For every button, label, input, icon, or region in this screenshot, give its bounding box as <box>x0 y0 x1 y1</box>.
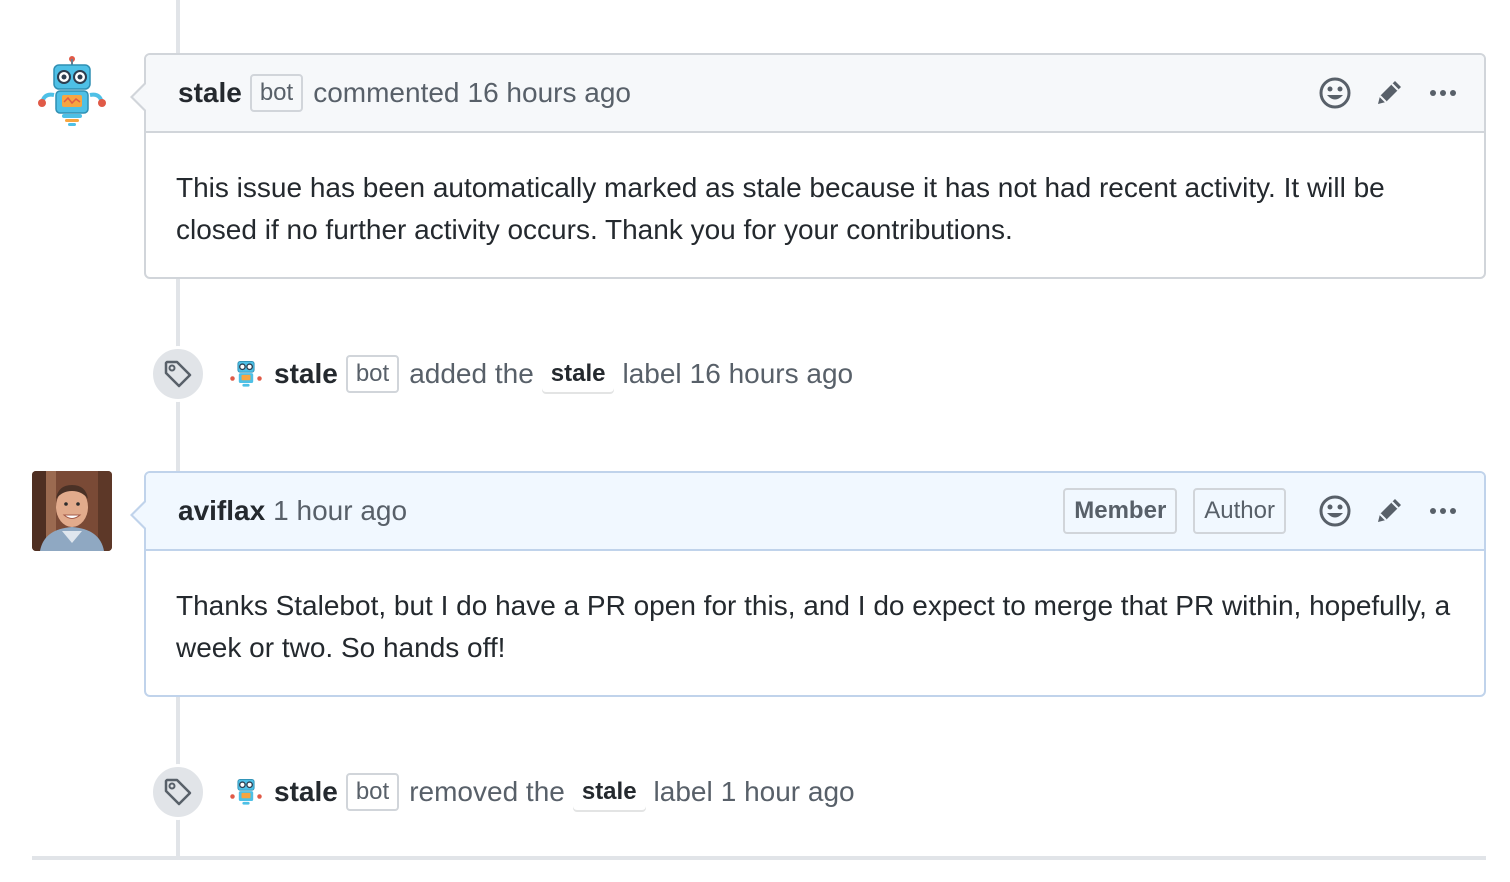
event-verb: removed the <box>409 776 565 807</box>
event-actor[interactable]: stale <box>274 776 338 808</box>
smiley-icon[interactable] <box>1318 494 1352 528</box>
comment-stale-bot: stale bot commented 16 hours ago This is… <box>130 53 1486 279</box>
comment-body: This issue has been automatically marked… <box>176 172 1385 245</box>
event-timestamp[interactable]: 1 hour ago <box>721 776 855 808</box>
comment-actions: Member Author <box>1063 473 1460 549</box>
pencil-icon[interactable] <box>1372 76 1406 110</box>
tag-icon <box>150 764 206 820</box>
author-badge: Author <box>1193 488 1286 534</box>
comment-body: Thanks Stalebot, but I do have a PR open… <box>176 590 1451 663</box>
comment-timestamp[interactable]: 1 hour ago <box>273 495 407 527</box>
comment-actions <box>1318 55 1460 131</box>
kebab-menu-icon[interactable] <box>1426 494 1460 528</box>
comment-header: stale bot commented 16 hours ago <box>130 55 1484 133</box>
issue-label[interactable]: stale <box>541 354 615 394</box>
bot-badge: bot <box>249 74 304 112</box>
bot-badge: bot <box>345 355 400 393</box>
comment-aviflax: aviflax 1 hour ago Member Author Thanks … <box>130 471 1486 697</box>
event-timestamp[interactable]: 16 hours ago <box>690 358 853 390</box>
stale-bot-avatar[interactable] <box>32 53 112 133</box>
comment-author[interactable]: aviflax <box>178 495 265 527</box>
pencil-icon[interactable] <box>1372 494 1406 528</box>
event-suffix: label <box>622 358 682 389</box>
event-suffix: label <box>653 776 713 807</box>
timeline-event-label-added: stale bot added the stale label 16 hours… <box>150 346 853 402</box>
stale-bot-avatar[interactable] <box>228 774 264 810</box>
member-badge: Member <box>1063 488 1178 534</box>
issue-label[interactable]: stale <box>572 772 646 812</box>
comment-author[interactable]: stale <box>178 77 242 109</box>
event-actor[interactable]: stale <box>274 358 338 390</box>
timeline-event-label-removed: stale bot removed the stale label 1 hour… <box>150 764 855 820</box>
smiley-icon[interactable] <box>1318 76 1352 110</box>
stale-bot-avatar[interactable] <box>228 356 264 392</box>
bot-badge: bot <box>345 773 400 811</box>
comment-timestamp[interactable]: 16 hours ago <box>468 77 631 109</box>
comment-header: aviflax 1 hour ago Member Author <box>130 473 1484 551</box>
timeline-end-divider <box>32 856 1486 860</box>
aviflax-avatar[interactable] <box>32 471 112 551</box>
kebab-menu-icon[interactable] <box>1426 76 1460 110</box>
comment-action: commented <box>313 77 460 108</box>
tag-icon <box>150 346 206 402</box>
event-verb: added the <box>409 358 534 389</box>
